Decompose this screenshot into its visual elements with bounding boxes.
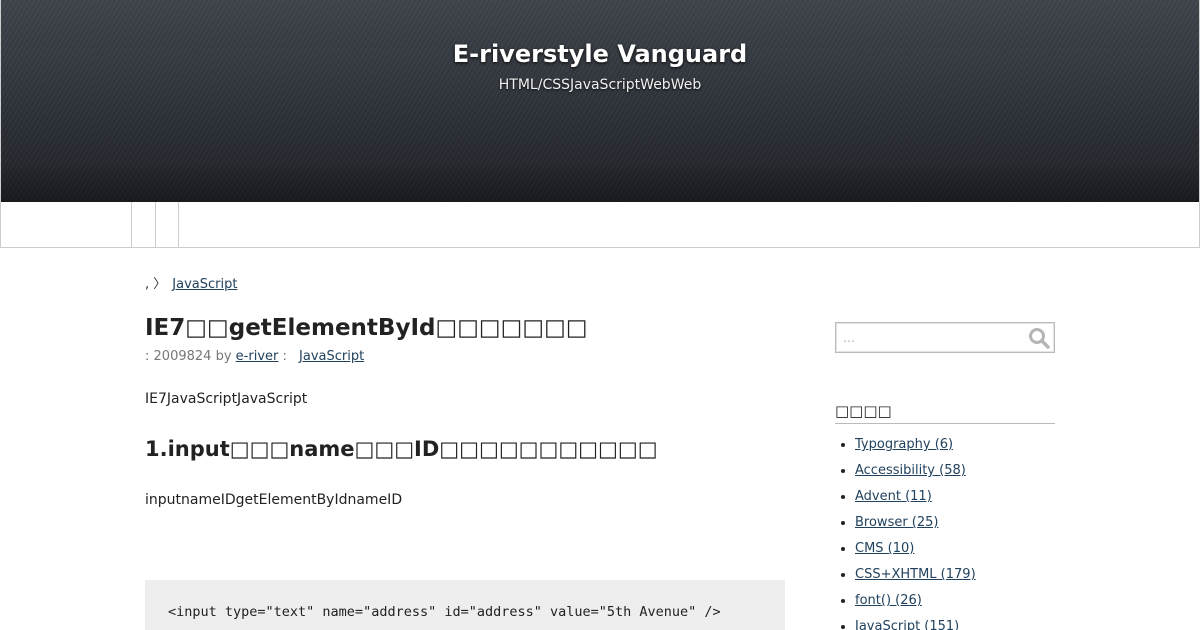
- global-nav: [0, 202, 1200, 248]
- post-date-prefix: :: [145, 349, 150, 364]
- post-by: by: [215, 349, 232, 364]
- category-link[interactable]: Browser (25): [855, 515, 939, 530]
- category-link[interactable]: Advent (11): [855, 489, 932, 504]
- categories-title: □□□□: [835, 402, 1055, 424]
- post-date: 2009824: [153, 349, 212, 364]
- nav-item-1[interactable]: [1, 202, 132, 247]
- section-heading: 1.input□□□name□□□ID□□□□□□□□□□□: [145, 437, 658, 461]
- code-block: <input type="text" name="address" id="ad…: [145, 580, 785, 630]
- search-icon[interactable]: [1027, 326, 1051, 350]
- category-list: Typography (6) Accessibility (58) Advent…: [855, 436, 1055, 630]
- category-link[interactable]: font() (26): [855, 593, 922, 608]
- list-item: font() (26): [855, 592, 1055, 618]
- list-item: CMS (10): [855, 540, 1055, 566]
- category-link[interactable]: Typography (6): [855, 437, 953, 452]
- site-header: E-riverstyle Vanguard HTML/CSSJavaScript…: [0, 0, 1200, 202]
- list-item: Browser (25): [855, 514, 1055, 540]
- list-item: Advent (11): [855, 488, 1055, 514]
- category-link[interactable]: JavaScript (151): [855, 619, 959, 630]
- site-description: HTML/CSSJavaScriptWebWeb: [498, 77, 702, 93]
- post-category-prefix: :: [282, 349, 287, 364]
- list-item: Typography (6): [855, 436, 1055, 462]
- breadcrumb: , 〉 JavaScript: [145, 273, 237, 292]
- category-link[interactable]: CMS (10): [855, 541, 914, 556]
- post-meta: : 2009824 by e-river : JavaScript: [145, 349, 364, 364]
- category-link[interactable]: Accessibility (58): [855, 463, 966, 478]
- post-intro: IE7JavaScriptJavaScript: [145, 391, 308, 407]
- list-item: JavaScript (151): [855, 618, 1055, 630]
- nav-item-2[interactable]: [132, 202, 156, 247]
- breadcrumb-prefix: , 〉: [145, 277, 167, 292]
- post-title: IE7□□getElementById□□□□□□□: [145, 315, 588, 341]
- list-item: Accessibility (58): [855, 462, 1055, 488]
- list-item: CSS+XHTML (179): [855, 566, 1055, 592]
- nav-item-3[interactable]: [156, 202, 179, 247]
- search-box: [835, 322, 1055, 353]
- post-author-link[interactable]: e-river: [236, 349, 279, 364]
- post-paragraph: inputnameIDgetElementByIdnameID: [145, 492, 403, 508]
- search-input[interactable]: [840, 327, 1020, 348]
- breadcrumb-category-link[interactable]: JavaScript: [172, 277, 237, 292]
- site-title[interactable]: E-riverstyle Vanguard: [1, 40, 1199, 68]
- post-category-link[interactable]: JavaScript: [299, 349, 364, 364]
- category-link[interactable]: CSS+XHTML (179): [855, 567, 976, 582]
